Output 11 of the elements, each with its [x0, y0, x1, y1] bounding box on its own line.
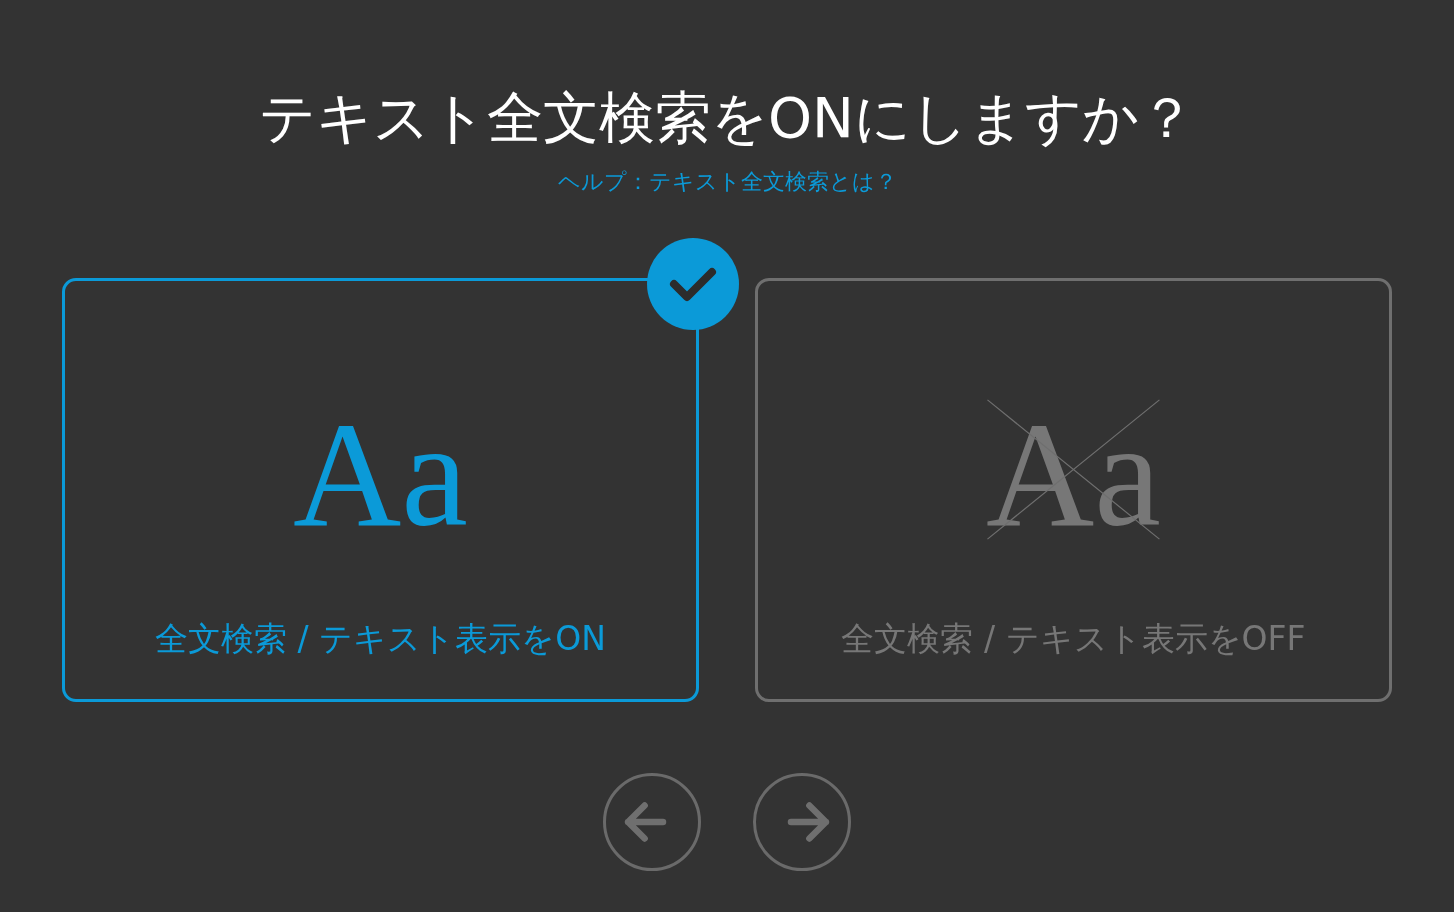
option-label: 全文検索 / テキスト表示をOFF	[841, 619, 1306, 659]
font-sample: Aa	[292, 399, 469, 549]
font-sample: Aa	[985, 399, 1162, 549]
help-link[interactable]: ヘルプ：テキスト全文検索とは？	[557, 167, 897, 197]
dialog-title: テキスト全文検索をONにしますか？	[259, 84, 1195, 152]
option-card[interactable]: Aa 全文検索 / テキスト表示をOFF	[755, 278, 1392, 702]
checkmark-icon	[647, 238, 739, 330]
option-card[interactable]: Aa 全文検索 / テキスト表示をON	[62, 278, 699, 702]
forward-button[interactable]	[753, 773, 851, 871]
option-label: 全文検索 / テキスト表示をON	[155, 619, 606, 659]
back-button[interactable]	[603, 773, 701, 871]
